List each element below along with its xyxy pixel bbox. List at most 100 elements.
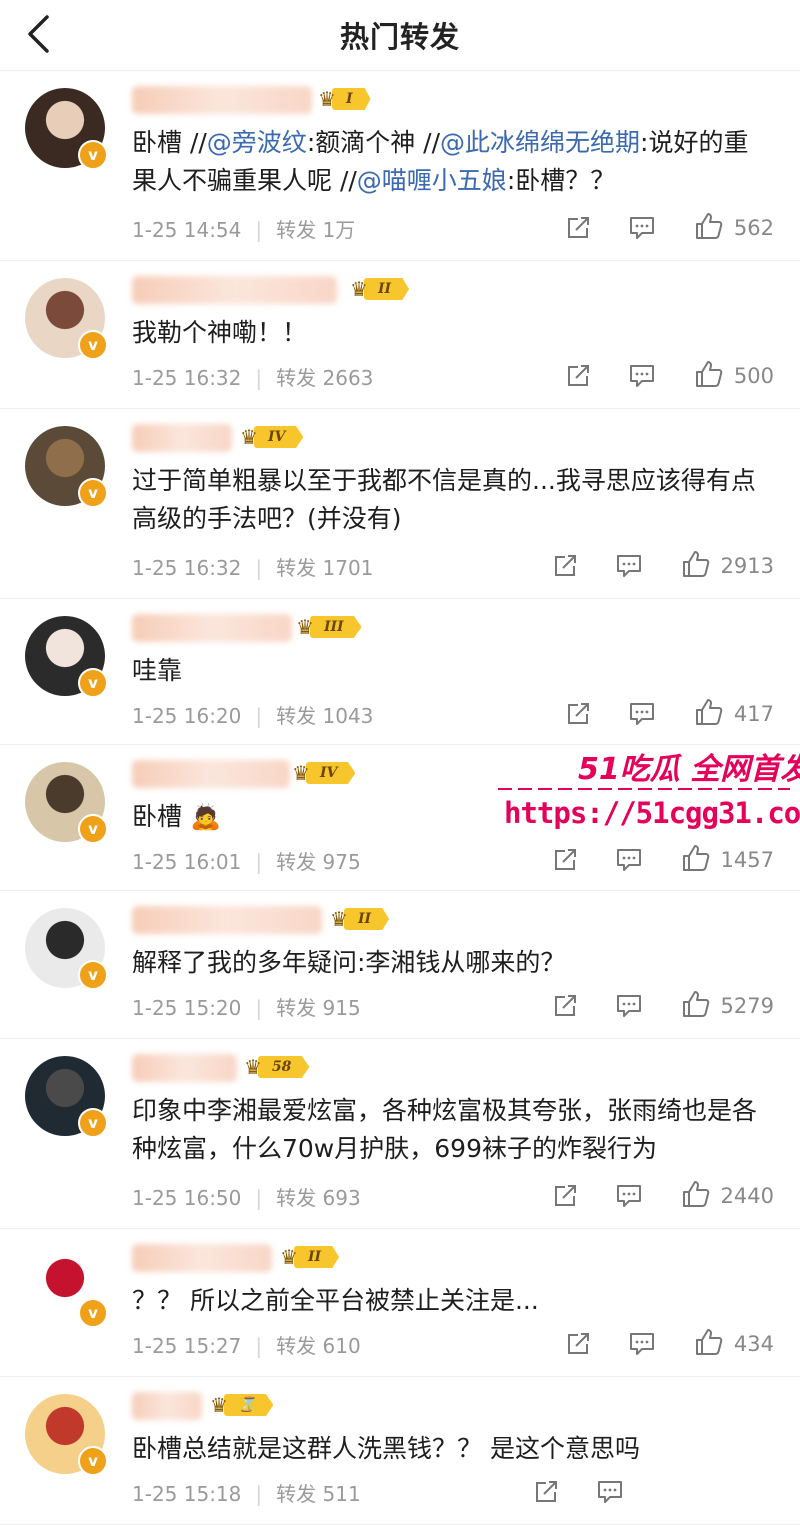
level-badge: ♛ II: [350, 274, 410, 304]
verified-badge-icon: v: [78, 140, 108, 170]
comment-icon[interactable]: [628, 362, 656, 390]
comment-icon[interactable]: [628, 214, 656, 242]
like-count: 417: [733, 702, 774, 726]
repost-count: 转发 1701: [276, 556, 374, 580]
share-icon[interactable]: [551, 1182, 579, 1210]
timestamp: 1-25 15:18: [132, 1482, 242, 1506]
crown-icon: ♛: [280, 1245, 298, 1269]
like-button[interactable]: 434: [694, 1327, 774, 1361]
comment-icon[interactable]: [596, 1478, 624, 1506]
thumbs-up-icon: [694, 697, 724, 731]
crown-icon: ♛: [330, 907, 348, 931]
meta-divider: |: [255, 1482, 263, 1506]
verified-badge-icon: v: [78, 814, 108, 844]
post-meta: 1-25 15:20 | 转发 915: [132, 992, 361, 1021]
username-blurred[interactable]: [132, 86, 312, 114]
post-meta: 1-25 16:01 | 转发 975: [132, 846, 361, 875]
post-meta: 1-25 16:32 | 转发 2663: [132, 362, 373, 391]
level-badge: ♛ II: [280, 1242, 340, 1272]
comment-icon[interactable]: [615, 1182, 643, 1210]
verified-badge-icon: v: [78, 1298, 108, 1328]
action-bar: 2440: [551, 1180, 774, 1212]
level-badge: ♛ IV: [292, 758, 356, 788]
share-icon[interactable]: [564, 1330, 592, 1358]
crown-icon: ♛: [240, 425, 258, 449]
share-icon[interactable]: [564, 700, 592, 728]
username-blurred[interactable]: [132, 1244, 272, 1272]
repost-text: 我勒个神嘞！！: [132, 314, 772, 352]
meta-divider: |: [255, 850, 263, 874]
text-segment: 卧槽 🙇: [132, 802, 222, 831]
action-bar: 1457: [551, 844, 774, 876]
level-badge: ♛ III: [296, 612, 362, 642]
username-blurred[interactable]: [132, 614, 292, 642]
text-segment: 印象中李湘最爱炫富，各种炫富极其夸张，张雨绮也是各种炫富，什么70w月护肤，69…: [132, 1096, 758, 1163]
username-blurred[interactable]: [132, 276, 337, 304]
like-button[interactable]: 562: [694, 211, 774, 245]
action-bar: 434: [564, 1328, 774, 1360]
username-blurred[interactable]: [132, 1054, 237, 1082]
like-button[interactable]: 2440: [681, 1179, 774, 1213]
crown-icon: ♛: [292, 761, 310, 785]
post-meta: 1-25 15:18 | 转发 511: [132, 1478, 361, 1507]
repost-item: v ♛ II 解释了我的多年疑问:李湘钱从哪来的？ 1-25 15:20 | 转发 …: [0, 892, 800, 1039]
username-blurred[interactable]: [132, 1392, 202, 1420]
comment-icon[interactable]: [615, 992, 643, 1020]
mention-link[interactable]: @旁波纹: [207, 128, 307, 157]
repost-text: 哇靠: [132, 652, 772, 690]
top-bar: 热门转发: [0, 0, 800, 71]
comment-icon[interactable]: [615, 846, 643, 874]
like-count: 5279: [720, 994, 774, 1018]
share-icon[interactable]: [551, 992, 579, 1020]
timestamp: 1-25 16:32: [132, 556, 242, 580]
post-meta: 1-25 16:32 | 转发 1701: [132, 552, 373, 581]
crown-icon: ♛: [210, 1393, 228, 1417]
crown-icon: ♛: [244, 1055, 262, 1079]
like-button[interactable]: 1457: [681, 843, 774, 877]
level-badge: ♛ IV: [240, 422, 304, 452]
repost-count: 转发 693: [276, 1186, 361, 1210]
repost-item: v ♛ II ？？ 所以之前全平台被禁止关注是... 1-25 15:27 | 转发…: [0, 1230, 800, 1377]
repost-count: 转发 2663: [276, 366, 374, 390]
share-icon[interactable]: [551, 552, 579, 580]
share-icon[interactable]: [532, 1478, 560, 1506]
like-count: 2913: [720, 554, 774, 578]
like-button[interactable]: 417: [694, 697, 774, 731]
page-title: 热门转发: [339, 20, 460, 54]
level-badge: ♛ 58: [244, 1052, 310, 1082]
action-bar: 562: [564, 212, 774, 244]
action-bar: 2913: [551, 550, 774, 582]
share-icon[interactable]: [551, 846, 579, 874]
mention-link[interactable]: @喵喱小五娘: [357, 166, 507, 195]
timestamp: 1-25 16:20: [132, 704, 242, 728]
like-count: 1457: [720, 848, 774, 872]
share-icon[interactable]: [564, 362, 592, 390]
username-blurred[interactable]: [132, 760, 290, 788]
comment-icon[interactable]: [615, 552, 643, 580]
level-label: ⌛: [223, 1394, 274, 1416]
level-label: II: [363, 278, 410, 300]
repost-text: 解释了我的多年疑问:李湘钱从哪来的？: [132, 944, 772, 982]
share-icon[interactable]: [564, 214, 592, 242]
like-button[interactable]: 5279: [681, 989, 774, 1023]
mention-link[interactable]: @此冰绵绵无绝期: [440, 128, 640, 157]
meta-divider: |: [255, 218, 263, 242]
comment-icon[interactable]: [628, 700, 656, 728]
comment-icon[interactable]: [628, 1330, 656, 1358]
repost-text: 过于简单粗暴以至于我都不信是真的...我寻思应该得有点高级的手法吧？(并没有): [132, 462, 772, 538]
like-button[interactable]: 2913: [681, 549, 774, 583]
repost-count: 转发 1万: [276, 218, 356, 242]
level-badge: ♛ ⌛: [210, 1390, 274, 1420]
like-button[interactable]: 500: [694, 359, 774, 393]
level-label: IV: [305, 762, 356, 784]
timestamp: 1-25 14:54: [132, 218, 242, 242]
verified-badge-icon: v: [78, 478, 108, 508]
text-segment: 过于简单粗暴以至于我都不信是真的...我寻思应该得有点高级的手法吧？(并没有): [132, 466, 756, 533]
username-blurred[interactable]: [132, 424, 232, 452]
text-segment: 卧槽 //: [132, 128, 207, 157]
text-segment: :卧槽？？: [506, 166, 616, 195]
username-blurred[interactable]: [132, 906, 322, 934]
thumbs-up-icon: [694, 211, 724, 245]
verified-badge-icon: v: [78, 1108, 108, 1138]
action-bar: 500: [564, 360, 774, 392]
